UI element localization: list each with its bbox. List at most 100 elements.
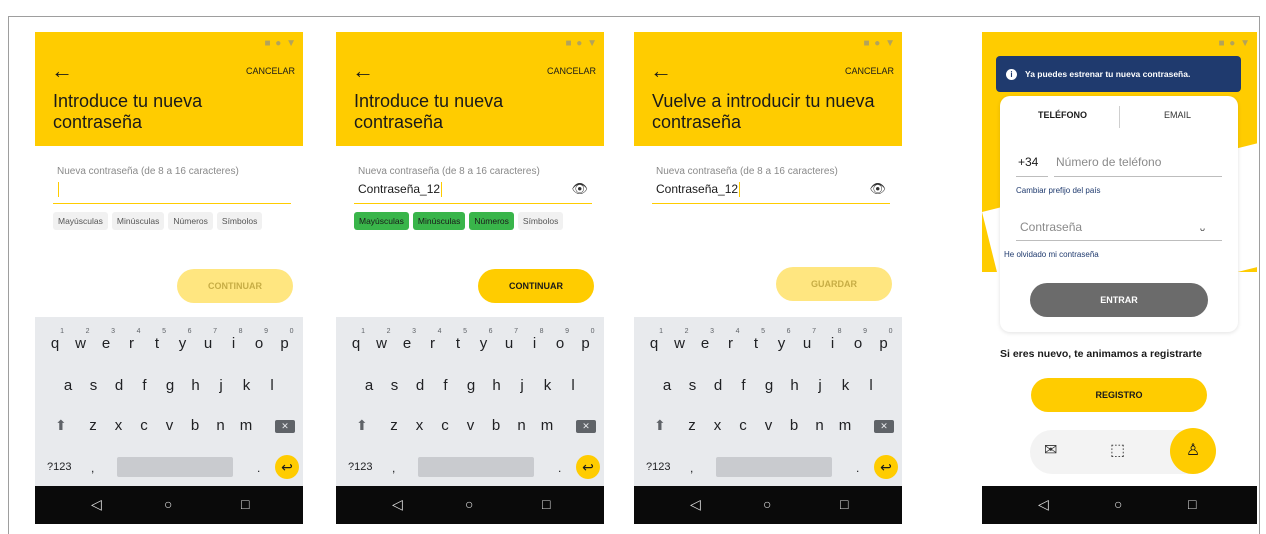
key-x[interactable]: x (407, 417, 433, 434)
key-h[interactable]: h (782, 377, 808, 394)
save-button[interactable]: GUARDAR (776, 267, 892, 301)
postal-icon[interactable]: ✉ (1044, 440, 1057, 460)
key-r[interactable]: r4 (718, 328, 744, 352)
key-v[interactable]: v (458, 417, 484, 434)
key-y[interactable]: y6 (769, 328, 795, 352)
key-f[interactable]: f (433, 377, 459, 394)
nav-home-icon[interactable]: ○ (763, 496, 771, 512)
key-o[interactable]: o9 (845, 328, 871, 352)
nav-back-icon[interactable]: ◁ (91, 496, 102, 513)
nav-home-icon[interactable]: ○ (465, 496, 473, 512)
key-j[interactable]: j (807, 377, 833, 394)
key-n[interactable]: n (208, 417, 234, 434)
key-t[interactable]: t5 (445, 328, 471, 352)
key-e[interactable]: e3 (692, 328, 718, 352)
key-s[interactable]: s (382, 377, 408, 394)
key-n[interactable]: n (509, 417, 535, 434)
key-y[interactable]: y6 (471, 328, 497, 352)
key-n[interactable]: n (807, 417, 833, 434)
key-v[interactable]: v (756, 417, 782, 434)
backspace-key-icon[interactable]: ✕ (275, 420, 295, 433)
cancel-button[interactable]: CANCELAR (547, 66, 596, 76)
key-m[interactable]: m (832, 417, 858, 434)
password-input[interactable]: Contraseña_12 (358, 182, 443, 198)
key-j[interactable]: j (509, 377, 535, 394)
key-i[interactable]: i8 (221, 328, 247, 352)
dot-key[interactable]: . (257, 461, 260, 475)
continue-button[interactable]: CONTINUAR (177, 269, 293, 303)
key-u[interactable]: u7 (496, 328, 522, 352)
key-o[interactable]: o9 (246, 328, 272, 352)
key-f[interactable]: f (132, 377, 158, 394)
symbols-key[interactable]: ?123 (646, 461, 670, 473)
key-l[interactable]: l (858, 377, 884, 394)
key-s[interactable]: s (81, 377, 107, 394)
tab-phone[interactable]: TELÉFONO (1038, 110, 1087, 120)
key-x[interactable]: x (705, 417, 731, 434)
key-c[interactable]: c (730, 417, 756, 434)
back-arrow-icon[interactable]: ← (650, 58, 672, 84)
key-w[interactable]: w2 (667, 328, 693, 352)
key-g[interactable]: g (756, 377, 782, 394)
key-e[interactable]: e3 (93, 328, 119, 352)
phone-input[interactable]: Número de teléfono (1056, 155, 1161, 169)
enter-key-icon[interactable]: ↩ (576, 455, 600, 479)
key-z[interactable]: z (381, 417, 407, 434)
nav-back-icon[interactable]: ◁ (1038, 496, 1049, 513)
nav-recent-icon[interactable]: □ (241, 496, 249, 512)
key-t[interactable]: t5 (743, 328, 769, 352)
key-b[interactable]: b (182, 417, 208, 434)
key-j[interactable]: j (208, 377, 234, 394)
dot-key[interactable]: . (558, 461, 561, 475)
key-e[interactable]: e3 (394, 328, 420, 352)
nav-home-icon[interactable]: ○ (1114, 496, 1122, 512)
key-q[interactable]: q1 (42, 328, 68, 352)
key-w[interactable]: w2 (68, 328, 94, 352)
key-i[interactable]: i8 (522, 328, 548, 352)
nav-recent-icon[interactable]: □ (840, 496, 848, 512)
user-icon[interactable]: ♙ (1170, 428, 1216, 474)
key-c[interactable]: c (432, 417, 458, 434)
enter-key-icon[interactable]: ↩ (275, 455, 299, 479)
key-p[interactable]: p0 (871, 328, 897, 352)
space-key[interactable] (716, 457, 832, 477)
backspace-key-icon[interactable]: ✕ (576, 420, 596, 433)
back-arrow-icon[interactable]: ← (51, 58, 73, 84)
comma-key[interactable]: , (91, 461, 94, 475)
symbols-key[interactable]: ?123 (348, 461, 372, 473)
key-a[interactable]: a (654, 377, 680, 394)
key-p[interactable]: p0 (573, 328, 599, 352)
shift-key-icon[interactable]: ⬆ (654, 417, 666, 434)
key-q[interactable]: q1 (641, 328, 667, 352)
dot-key[interactable]: . (856, 461, 859, 475)
cancel-button[interactable]: CANCELAR (246, 66, 295, 76)
key-b[interactable]: b (781, 417, 807, 434)
key-m[interactable]: m (233, 417, 259, 434)
key-l[interactable]: l (259, 377, 285, 394)
key-a[interactable]: a (55, 377, 81, 394)
key-k[interactable]: k (535, 377, 561, 394)
tab-email[interactable]: EMAIL (1164, 110, 1191, 120)
key-v[interactable]: v (157, 417, 183, 434)
login-button[interactable]: ENTRAR (1030, 283, 1208, 317)
key-s[interactable]: s (680, 377, 706, 394)
key-k[interactable]: k (234, 377, 260, 394)
key-r[interactable]: r4 (420, 328, 446, 352)
forgot-password-link[interactable]: He olvidado mi contraseña (1004, 250, 1099, 259)
shift-key-icon[interactable]: ⬆ (356, 417, 368, 434)
enter-key-icon[interactable]: ↩ (874, 455, 898, 479)
nav-back-icon[interactable]: ◁ (690, 496, 701, 513)
key-u[interactable]: u7 (794, 328, 820, 352)
key-f[interactable]: f (731, 377, 757, 394)
register-button[interactable]: REGISTRO (1031, 378, 1207, 412)
continue-button[interactable]: CONTINUAR (478, 269, 594, 303)
password-input[interactable]: Contraseña (1020, 220, 1082, 234)
key-a[interactable]: a (356, 377, 382, 394)
cancel-button[interactable]: CANCELAR (845, 66, 894, 76)
key-l[interactable]: l (560, 377, 586, 394)
key-q[interactable]: q1 (343, 328, 369, 352)
password-input[interactable]: Contraseña_12 (656, 182, 741, 198)
key-g[interactable]: g (157, 377, 183, 394)
symbols-key[interactable]: ?123 (47, 461, 71, 473)
eye-closed-icon[interactable]: ᴗ (1200, 223, 1205, 233)
